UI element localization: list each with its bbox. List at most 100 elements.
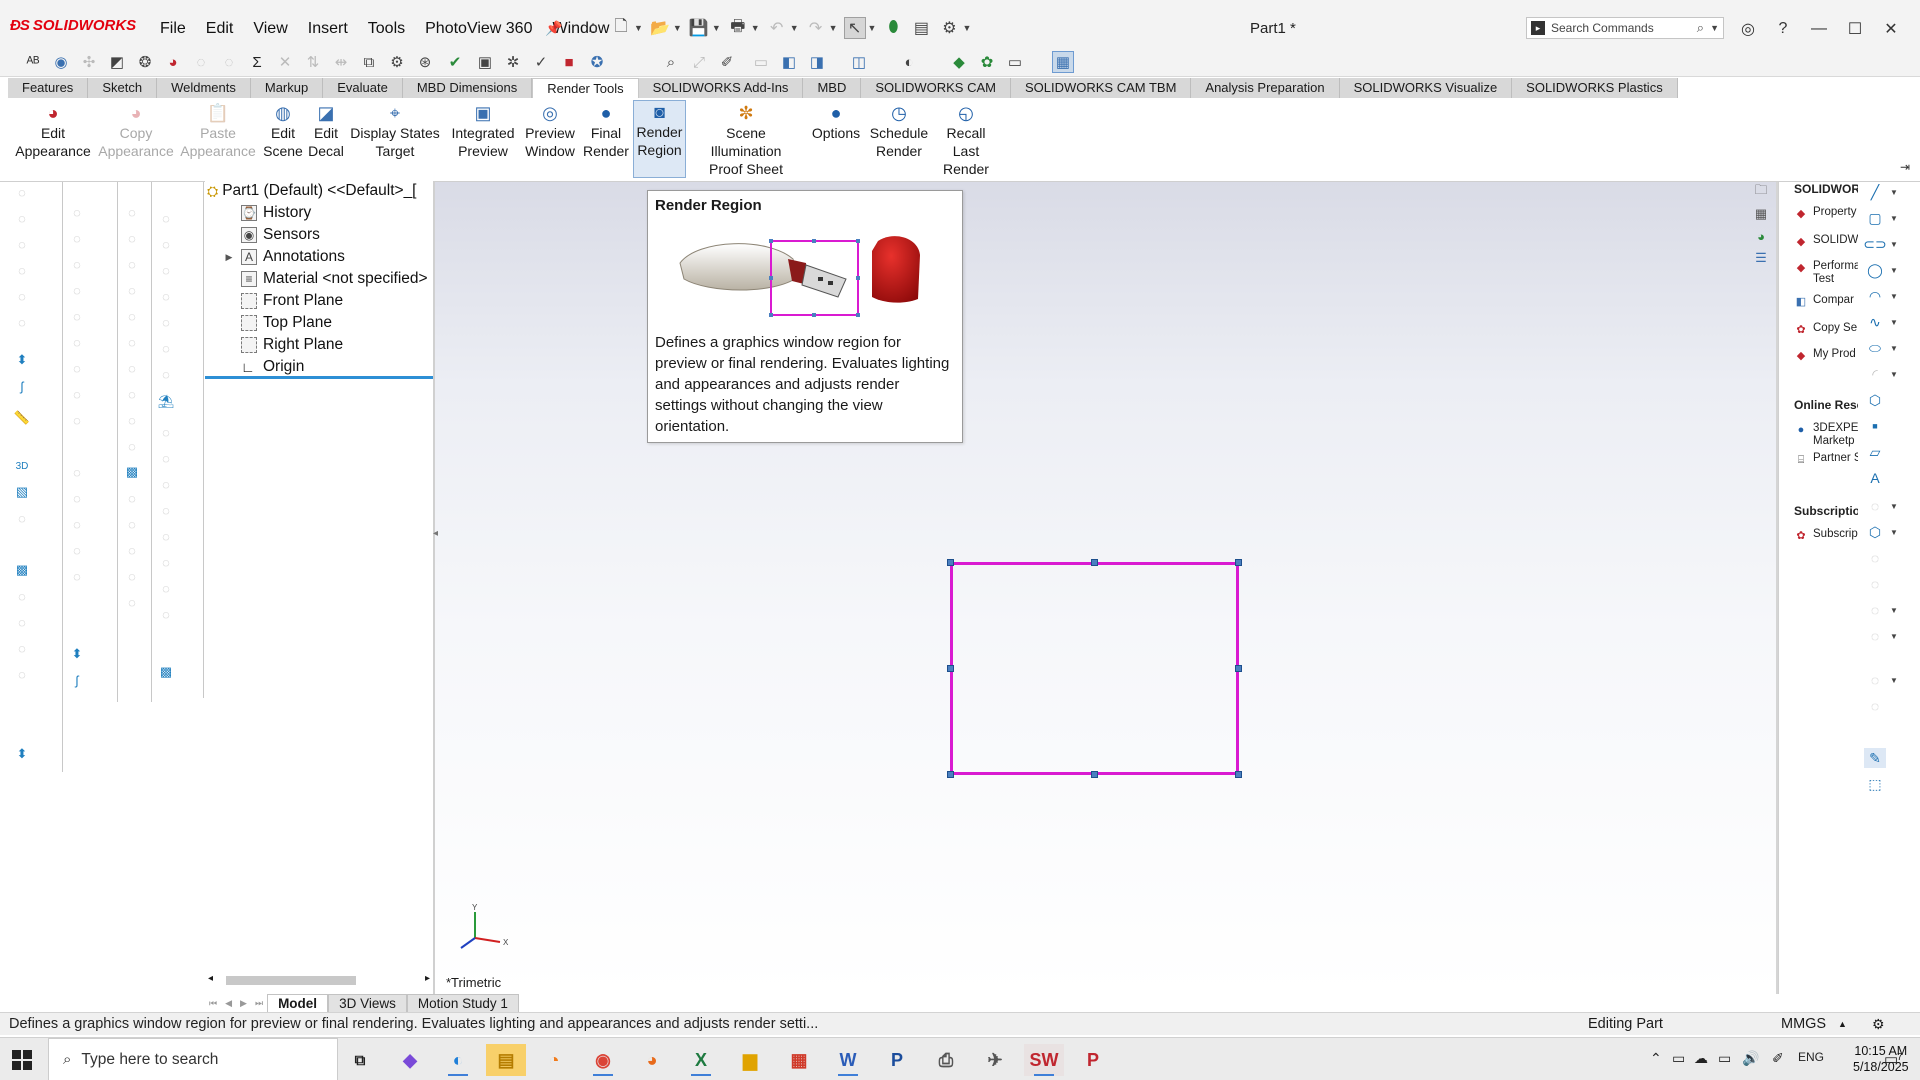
toolbar-disabled-icon[interactable]: ◌ <box>12 260 32 280</box>
options-button[interactable]: ● Options <box>806 102 866 142</box>
design-library-icon[interactable]: ▦ <box>1751 204 1771 224</box>
blue-tool-icon[interactable]: ⬍ <box>12 350 32 370</box>
pin-ribbon-icon[interactable]: ⇥ <box>1900 160 1910 174</box>
spelling-icon[interactable]: ᴬᴮ <box>22 51 44 73</box>
tree-horizontal-scrollbar[interactable]: ◂ ▸ <box>208 973 430 987</box>
toolbar-disabled-icon[interactable]: ◌ <box>190 51 212 73</box>
toolbar-disabled-icon[interactable]: ◌ <box>12 638 32 658</box>
preview-window-button[interactable]: ◎ Preview Window <box>522 102 578 160</box>
toolbar-disabled-icon[interactable]: ◌ <box>156 422 176 442</box>
next-tab-icon[interactable]: ▶ <box>236 998 251 1009</box>
toolbar-disabled-icon[interactable]: ◌ <box>67 228 87 248</box>
mold-tool-icon[interactable]: ▩ <box>156 662 176 682</box>
tree-item-right-plane[interactable]: Right Plane <box>223 334 343 356</box>
convert-entities-icon[interactable]: ⬡ <box>1864 522 1886 542</box>
tab-solidworks-plastics[interactable]: SOLIDWORKS Plastics <box>1512 78 1678 98</box>
mate-icon[interactable]: ⊛ <box>414 51 436 73</box>
toolbar-disabled-icon[interactable]: ◌ <box>1864 626 1886 646</box>
scene-toolbar-icon[interactable]: ◆ <box>948 51 970 73</box>
curve-icon[interactable]: ʃ <box>67 670 87 690</box>
tree-item-annotations[interactable]: ▶ A Annotations <box>223 246 345 268</box>
toolbar-disabled-icon[interactable]: ◌ <box>156 578 176 598</box>
app-icon[interactable]: ✈ <box>975 1044 1015 1076</box>
prev-tab-icon[interactable]: ◀ <box>221 998 236 1009</box>
toolbar-disabled-icon[interactable]: ◌ <box>67 566 87 586</box>
save-dropdown-icon[interactable]: ▼ <box>712 23 721 33</box>
file-explorer-icon[interactable]: ▤ <box>486 1044 526 1076</box>
sketch-tool-icon[interactable]: ◩ <box>106 51 128 73</box>
region-handle[interactable] <box>1091 559 1098 566</box>
point-tool-icon[interactable]: ■ <box>1864 416 1886 436</box>
units-dropdown-icon[interactable]: ▲ <box>1838 1019 1847 1029</box>
resource-item[interactable]: ⌸ Partner S <box>1793 452 1862 468</box>
toolbar-disabled-icon[interactable]: ◌ <box>122 436 142 456</box>
toolbar-disabled-icon[interactable]: ◌ <box>122 254 142 274</box>
sketch-3d-icon[interactable]: ▧ <box>12 482 32 502</box>
toolbar-disabled-icon[interactable]: ⇹ <box>330 51 352 73</box>
section-view-icon[interactable]: ▭ <box>750 51 772 73</box>
toolbar-disabled-icon[interactable]: ◌ <box>67 462 87 482</box>
save-icon[interactable]: 💾 <box>688 17 710 39</box>
toolbar-disabled-icon[interactable]: ◌ <box>156 208 176 228</box>
scene-illumination-proof-sheet-button[interactable]: ✼ Scene Illumination Proof Sheet <box>690 102 802 178</box>
help-icon[interactable]: ? <box>1771 17 1795 41</box>
tab-motion-study-1[interactable]: Motion Study 1 <box>406 994 519 1012</box>
network-icon[interactable]: ▭ <box>1718 1050 1731 1067</box>
select-dropdown-icon[interactable]: ▼ <box>868 23 877 33</box>
tab-mbd-dimensions[interactable]: MBD Dimensions <box>402 78 533 98</box>
tree-item-material[interactable]: ≡ Material <not specified> <box>223 268 428 290</box>
tree-item-top-plane[interactable]: Top Plane <box>223 312 332 334</box>
scroll-right-icon[interactable]: ▸ <box>425 973 430 984</box>
calculator-icon[interactable]: ▦ <box>779 1044 819 1076</box>
pen-icon[interactable]: ✐ <box>1772 1050 1784 1067</box>
rollback-bar[interactable] <box>205 376 433 379</box>
solidworks-taskbar-icon[interactable]: SW <box>1024 1044 1064 1076</box>
region-handle[interactable] <box>1235 665 1242 672</box>
toolbar-disabled-icon[interactable]: ◌ <box>12 208 32 228</box>
toolbar-disabled-icon[interactable]: ◌ <box>156 234 176 254</box>
rectangle-tool-icon[interactable]: ▢ <box>1864 208 1886 228</box>
scrollbar-thumb[interactable] <box>226 976 356 985</box>
realview-icon[interactable]: ✿ <box>976 51 998 73</box>
edit-decal-button[interactable]: ◪ Edit Decal <box>308 102 344 160</box>
resource-item[interactable]: ◆ Performa Test <box>1793 260 1861 286</box>
menu-insert[interactable]: Insert <box>298 20 358 38</box>
resource-item[interactable]: ◆ My Prod <box>1793 348 1856 364</box>
tab-features[interactable]: Features <box>8 78 89 98</box>
windows-start-icon[interactable] <box>12 1050 32 1070</box>
toolbar-disabled-icon[interactable]: ◌ <box>1864 696 1886 716</box>
toolbar-disabled-icon[interactable]: ◌ <box>12 664 32 684</box>
undo-icon[interactable]: ↶ <box>766 17 788 39</box>
ruler-icon[interactable]: 📏 <box>12 408 32 428</box>
tree-item-sensors[interactable]: ◉ Sensors <box>223 224 320 246</box>
menu-photoview[interactable]: PhotoView 360 <box>415 20 542 38</box>
toolbar-disabled-icon[interactable]: ◌ <box>67 202 87 222</box>
tree-item-origin[interactable]: ∟ Origin <box>223 356 304 378</box>
sum-icon[interactable]: Σ <box>246 51 268 73</box>
3d-sketch-icon[interactable]: 3D <box>12 456 32 476</box>
tab-model[interactable]: Model <box>267 994 329 1012</box>
measure-icon[interactable]: ❂ <box>134 51 156 73</box>
app-p-icon[interactable]: P <box>877 1044 917 1076</box>
toolbar-disabled-icon[interactable]: ◌ <box>67 540 87 560</box>
assembly-icon[interactable]: ⚙ <box>386 51 408 73</box>
edit-scene-button[interactable]: ◍ Edit Scene <box>262 102 304 160</box>
resource-item[interactable]: ● 3DEXPER Marketp <box>1793 422 1867 448</box>
home-icon[interactable]: ⌂ <box>582 17 604 39</box>
meet-now-icon[interactable]: ▭ <box>1672 1050 1685 1067</box>
plane-tool-icon[interactable]: ▱ <box>1864 442 1886 462</box>
volume-icon[interactable]: 🔊 <box>1742 1050 1759 1067</box>
menu-view[interactable]: View <box>243 20 297 38</box>
edit-appearance-button[interactable]: ◕ Edit Appearance <box>15 102 91 160</box>
tab-weldments[interactable]: Weldments <box>157 78 251 98</box>
toolbar-disabled-icon[interactable]: ⇅ <box>302 51 324 73</box>
new-document-icon[interactable]: 🗋 <box>610 17 632 39</box>
options-dropdown-icon[interactable]: ▼ <box>962 23 971 33</box>
render-toolbar-icon[interactable]: ▣ <box>474 51 496 73</box>
toolbar-disabled-icon[interactable]: ◌ <box>12 312 32 332</box>
minimize-icon[interactable]: — <box>1807 17 1831 41</box>
zoom-area-icon[interactable]: ⤢ <box>688 51 710 73</box>
integrated-preview-button[interactable]: ▣ Integrated Preview <box>448 102 518 160</box>
solidworks-logo[interactable]: ƉS SOLIDWORKS <box>10 17 136 34</box>
slot-tool-icon[interactable]: ⊂⊃ <box>1863 234 1886 254</box>
